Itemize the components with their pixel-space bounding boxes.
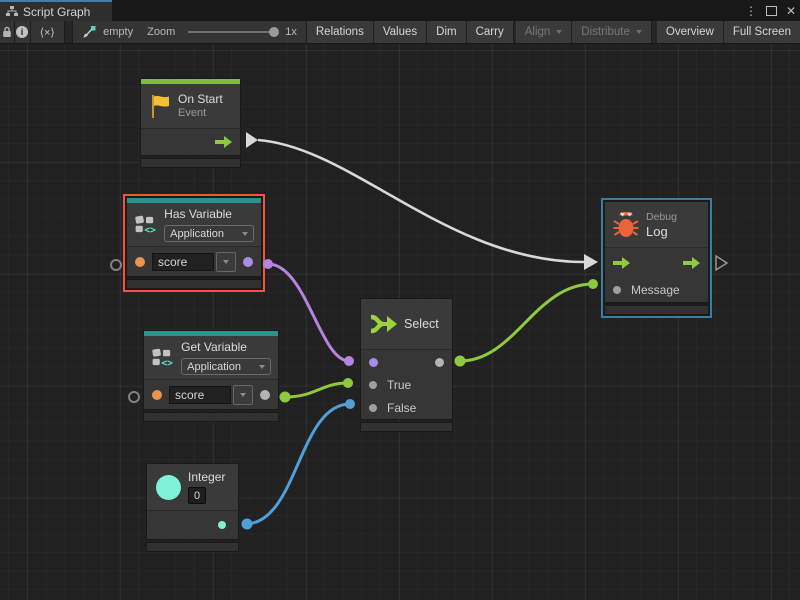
integer-value-field[interactable]: 0	[188, 487, 206, 504]
variable-name-dropdown-button[interactable]	[216, 252, 236, 272]
node-footer	[360, 422, 453, 432]
node-select[interactable]: Select True False	[360, 298, 453, 432]
node-title: Get Variable	[181, 340, 271, 355]
graph-icon	[6, 6, 18, 17]
node-integer[interactable]: Integer 0	[146, 463, 239, 552]
info-icon: i	[16, 26, 28, 38]
dim-button[interactable]: Dim	[427, 21, 466, 43]
menu-icon[interactable]: ⋮	[745, 5, 757, 17]
flag-icon	[149, 94, 171, 119]
selection-status: empty	[103, 26, 133, 38]
code-icon: ⟨×⟩	[40, 26, 55, 39]
overview-button[interactable]: Overview	[657, 21, 724, 43]
message-port-label: Message	[631, 283, 680, 297]
value-output-port[interactable]	[260, 390, 270, 400]
unconnected-port-indicator[interactable]	[128, 391, 140, 403]
chevron-down-icon	[240, 393, 246, 397]
align-button[interactable]: Align	[516, 21, 573, 43]
object-input-port[interactable]	[135, 257, 145, 267]
svg-text:<>: <>	[144, 225, 156, 236]
carry-button[interactable]: Carry	[467, 21, 514, 43]
info-button[interactable]: i	[15, 21, 31, 43]
node-debug-log[interactable]: Debug Log Message	[601, 198, 712, 318]
toolbar-buttons: Relations Values Dim Carry Align Distrib…	[307, 21, 800, 43]
variables-icon: <>	[151, 345, 174, 370]
node-subtitle: Event	[178, 107, 223, 120]
toolbar-middle: empty Zoom 1x	[73, 21, 307, 43]
maximize-icon[interactable]	[766, 6, 777, 16]
tab-script-graph[interactable]: Script Graph	[0, 0, 112, 21]
tab-title: Script Graph	[23, 5, 90, 19]
distribute-button[interactable]: Distribute	[572, 21, 652, 43]
node-title: Integer	[188, 470, 225, 485]
zoom-label: Zoom	[147, 26, 175, 38]
zoom-value: 1x	[285, 26, 297, 38]
variable-name-field[interactable]: score	[152, 253, 214, 271]
tab-bar: Script Graph ⋮ ✕	[0, 0, 800, 21]
zoom-slider-handle[interactable]	[269, 27, 279, 37]
window-controls: ⋮ ✕	[745, 0, 796, 21]
false-input-port[interactable]	[369, 404, 377, 412]
script-graph-window: Script Graph ⋮ ✕ i ⟨×⟩ em	[0, 0, 800, 600]
code-view-button[interactable]: ⟨×⟩	[31, 21, 65, 43]
control-output-port[interactable]	[215, 136, 232, 148]
false-port-label: False	[387, 401, 416, 415]
chevron-down-icon	[556, 30, 562, 34]
node-title: Select	[404, 317, 439, 332]
values-button[interactable]: Values	[374, 21, 427, 43]
lock-button[interactable]	[0, 21, 15, 43]
bool-output-port[interactable]	[243, 257, 253, 267]
bug-icon	[613, 212, 639, 238]
toolbar-spacer	[65, 21, 73, 43]
selection-output-port[interactable]	[435, 358, 444, 367]
node-get-variable[interactable]: <> Get Variable Application score	[143, 330, 279, 422]
node-category: Debug	[646, 211, 677, 224]
select-icon	[370, 312, 397, 336]
close-icon[interactable]: ✕	[786, 5, 796, 17]
message-input-port[interactable]	[613, 286, 621, 294]
control-input-port[interactable]	[613, 257, 630, 269]
integer-output-port[interactable]	[218, 521, 226, 529]
node-footer	[143, 412, 279, 422]
variable-name-dropdown-button[interactable]	[233, 385, 253, 405]
node-title: Has Variable	[164, 207, 254, 222]
chevron-down-icon	[259, 365, 265, 369]
selection-pointer-icon	[82, 26, 96, 39]
node-footer	[126, 279, 262, 289]
node-footer	[146, 542, 239, 552]
svg-text:<>: <>	[161, 358, 173, 369]
node-on-start[interactable]: On Start Event	[140, 78, 241, 168]
lock-icon	[2, 26, 12, 38]
chevron-down-icon	[223, 260, 229, 264]
zoom-slider[interactable]	[188, 31, 278, 33]
integer-icon	[156, 475, 181, 500]
full-screen-button[interactable]: Full Screen	[724, 21, 800, 43]
true-input-port[interactable]	[369, 381, 377, 389]
relations-button[interactable]: Relations	[307, 21, 374, 43]
variables-icon: <>	[134, 212, 157, 237]
node-title: Log	[646, 224, 677, 239]
chevron-down-icon	[242, 232, 248, 236]
node-title: On Start	[178, 92, 223, 107]
node-footer	[604, 305, 709, 315]
chevron-down-icon	[636, 30, 642, 34]
variable-scope-dropdown[interactable]: Application	[181, 358, 271, 375]
node-footer	[140, 158, 241, 168]
object-input-port[interactable]	[152, 390, 162, 400]
true-port-label: True	[387, 378, 411, 392]
unconnected-port-indicator[interactable]	[110, 259, 122, 271]
variable-scope-dropdown[interactable]: Application	[164, 225, 254, 242]
node-has-variable[interactable]: <> Has Variable Application score	[123, 194, 265, 292]
graph-toolbar: i ⟨×⟩ empty Zoom 1x Relations Values Dim…	[0, 21, 800, 44]
condition-input-port[interactable]	[369, 358, 378, 367]
variable-name-field[interactable]: score	[169, 386, 231, 404]
control-output-port[interactable]	[683, 257, 700, 269]
